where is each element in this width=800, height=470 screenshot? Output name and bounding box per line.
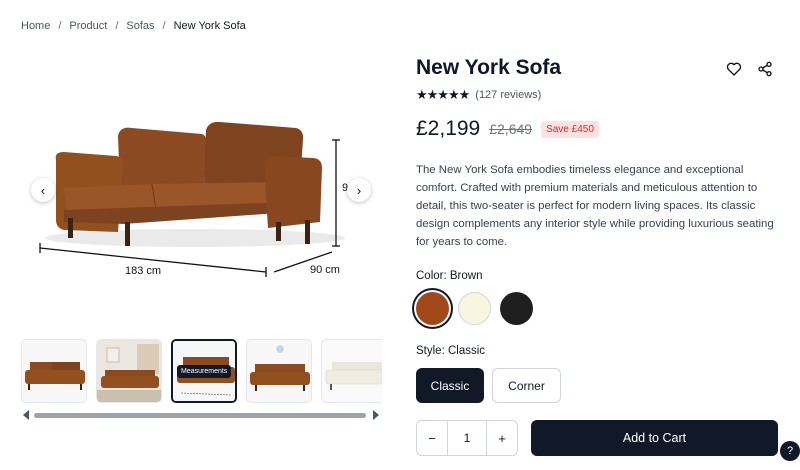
color-swatch-cream[interactable] xyxy=(458,292,491,325)
decrease-quantity-button[interactable]: − xyxy=(417,421,447,455)
review-count[interactable]: (127 reviews) xyxy=(475,89,541,101)
price-row: £2,199 £2,649 Save £450 xyxy=(416,117,599,141)
style-classic-button[interactable]: Classic xyxy=(416,368,484,403)
scroll-right-icon[interactable] xyxy=(373,410,379,420)
gallery-next-button[interactable]: › xyxy=(347,178,371,202)
thumbnail-5[interactable] xyxy=(321,339,382,403)
original-price: £2,649 xyxy=(489,121,533,137)
help-button[interactable]: ? xyxy=(780,441,800,461)
thumbnail-2[interactable] xyxy=(96,339,162,403)
thumbnail-tooltip: Measurements xyxy=(177,365,232,378)
thumbnail-image xyxy=(322,340,382,402)
gallery-prev-button[interactable]: ‹ xyxy=(31,178,55,202)
product-description: The New York Sofa embodies timeless eleg… xyxy=(416,164,774,248)
product-title: New York Sofa xyxy=(416,56,562,79)
add-to-cart-button[interactable]: Add to Cart xyxy=(531,420,778,456)
save-badge: Save £450 xyxy=(541,120,599,138)
style-label: Style: Classic xyxy=(416,345,486,357)
thumbnail-image xyxy=(22,340,86,402)
color-swatch-brown[interactable] xyxy=(416,292,449,325)
sofa-illustration xyxy=(39,121,345,277)
main-product-image: 183 cm 90 cm 9 xyxy=(20,60,382,325)
breadcrumb: Home / Product / Sofas / New York Sofa xyxy=(21,20,246,32)
thumbnail-strip: Measurements xyxy=(20,338,382,406)
dimension-depth-label: 90 cm xyxy=(310,264,340,276)
breadcrumb-separator: / xyxy=(58,20,62,32)
color-label: Color: Brown xyxy=(416,270,483,282)
style-corner-button[interactable]: Corner xyxy=(492,368,561,403)
scrollbar-thumb[interactable] xyxy=(34,413,366,418)
share-icon xyxy=(758,61,772,77)
breadcrumb-separator: / xyxy=(115,20,119,32)
heart-icon xyxy=(726,62,742,76)
scroll-left-icon[interactable] xyxy=(23,410,29,420)
thumbnail-image xyxy=(97,340,161,402)
current-price: £2,199 xyxy=(416,117,481,140)
increase-quantity-button[interactable]: + xyxy=(487,421,517,455)
dimension-width-label: 183 cm xyxy=(125,265,162,277)
quantity-input[interactable]: 1 xyxy=(447,421,487,455)
share-button[interactable] xyxy=(756,60,774,78)
thumbnail-4[interactable] xyxy=(246,339,312,403)
breadcrumb-current: New York Sofa xyxy=(173,20,246,32)
thumbnail-1[interactable] xyxy=(21,339,87,403)
wishlist-button[interactable] xyxy=(725,60,743,78)
breadcrumb-separator: / xyxy=(162,20,166,32)
thumbnail-3[interactable]: Measurements xyxy=(171,339,237,403)
chevron-right-icon: › xyxy=(356,182,362,198)
rating-stars-icon: ★★★★★ xyxy=(416,87,470,102)
quantity-stepper: − 1 + xyxy=(416,420,518,456)
color-swatch-black[interactable] xyxy=(500,292,533,325)
thumbnail-badge-icon xyxy=(275,344,285,354)
product-rating: ★★★★★ (127 reviews) xyxy=(416,87,541,103)
breadcrumb-home[interactable]: Home xyxy=(21,20,50,32)
thumbnail-scrollbar[interactable] xyxy=(20,408,382,422)
breadcrumb-product[interactable]: Product xyxy=(69,20,107,32)
breadcrumb-sofas[interactable]: Sofas xyxy=(126,20,154,32)
chevron-left-icon: ‹ xyxy=(40,182,46,198)
